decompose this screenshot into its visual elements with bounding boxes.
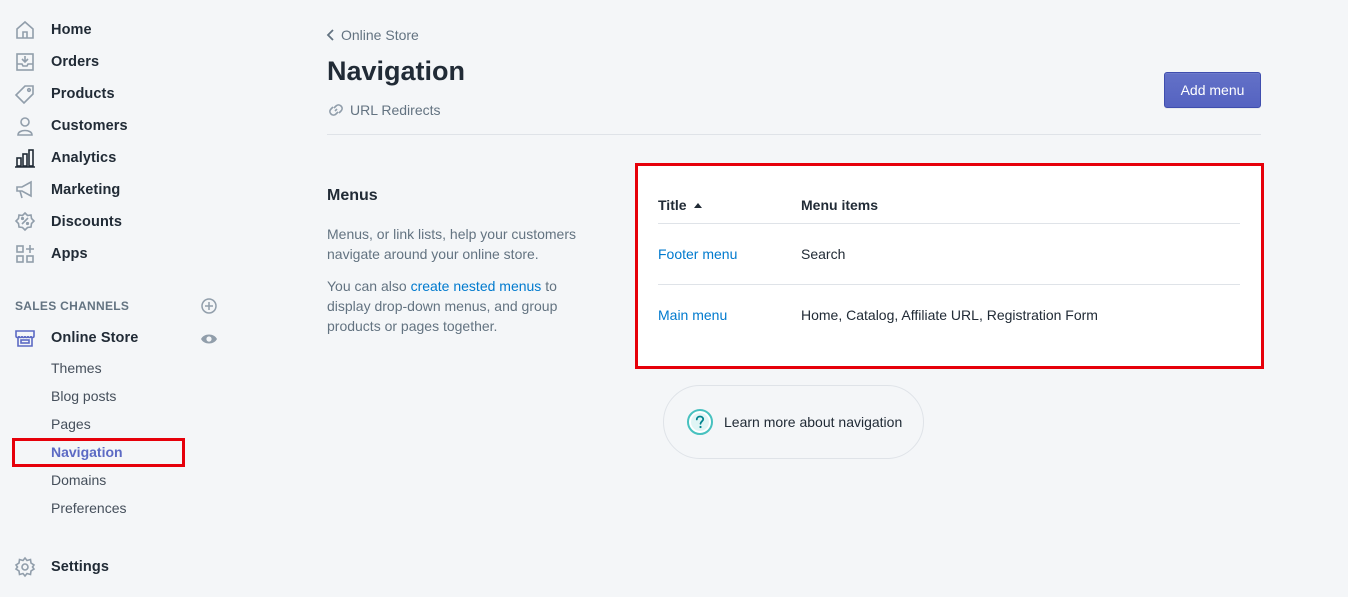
sidebar: Home Orders Products Customers Analytics…: [0, 0, 240, 597]
learn-more-prefix: Learn more about: [724, 414, 839, 430]
sidebar-item-analytics[interactable]: Analytics: [0, 142, 240, 174]
column-header-title-label: Title: [658, 197, 687, 213]
menus-heading: Menus: [327, 187, 378, 204]
learn-more-text: Learn more about navigation: [724, 414, 902, 430]
column-header-title[interactable]: Title: [658, 197, 703, 213]
menus-description-nested: You can also create nested menus to disp…: [327, 276, 587, 336]
highlight-box: [12, 438, 185, 467]
chevron-left-icon: [326, 29, 334, 41]
row-divider: [658, 284, 1240, 285]
apps-icon: [14, 243, 36, 265]
home-icon: [14, 19, 36, 41]
menus-desc-prefix: You can also: [327, 278, 411, 294]
breadcrumb-label: Online Store: [341, 27, 419, 43]
sidebar-sub-item-themes[interactable]: Themes: [51, 360, 102, 376]
eye-icon[interactable]: [200, 330, 218, 348]
sidebar-item-label: Online Store: [51, 330, 139, 346]
discount-icon: [14, 211, 36, 233]
sidebar-item-orders[interactable]: Orders: [0, 46, 240, 78]
sidebar-item-discounts[interactable]: Discounts: [0, 206, 240, 238]
sidebar-item-marketing[interactable]: Marketing: [0, 174, 240, 206]
orders-icon: [14, 51, 36, 73]
sidebar-item-products[interactable]: Products: [0, 78, 240, 110]
navigation-help-link[interactable]: navigation: [838, 414, 902, 430]
sidebar-item-home[interactable]: Home: [0, 14, 240, 46]
sidebar-item-label: Discounts: [51, 214, 122, 230]
store-icon: [14, 327, 36, 349]
sidebar-item-label: Orders: [51, 54, 100, 70]
sidebar-item-label: Products: [51, 86, 115, 102]
divider: [327, 134, 1261, 135]
sidebar-item-label: Settings: [51, 559, 109, 575]
bar-chart-icon: [14, 147, 36, 169]
url-redirects-link[interactable]: URL Redirects: [327, 101, 441, 119]
learn-more-callout: Learn more about navigation: [663, 385, 924, 459]
row-divider: [658, 223, 1240, 224]
menu-items-text: Home, Catalog, Affiliate URL, Registrati…: [801, 307, 1098, 323]
menu-items-text: Search: [801, 246, 846, 262]
person-icon: [14, 115, 36, 137]
sidebar-item-customers[interactable]: Customers: [0, 110, 240, 142]
add-circle-icon[interactable]: [200, 297, 218, 315]
breadcrumb[interactable]: Online Store: [325, 27, 419, 43]
sort-ascending-icon: [693, 203, 702, 208]
sidebar-item-label: Home: [51, 22, 92, 38]
sidebar-sub-item-blog-posts[interactable]: Blog posts: [51, 388, 116, 404]
sidebar-item-label: Analytics: [51, 150, 117, 166]
url-redirects-label: URL Redirects: [350, 102, 441, 118]
sidebar-item-label: Marketing: [51, 182, 121, 198]
sidebar-item-apps[interactable]: Apps: [0, 238, 240, 270]
create-nested-menus-link[interactable]: create nested menus: [411, 278, 542, 294]
tag-icon: [14, 83, 36, 105]
column-header-menu-items: Menu items: [801, 197, 879, 213]
megaphone-icon: [14, 179, 36, 201]
sidebar-sub-item-domains[interactable]: Domains: [51, 472, 106, 488]
sidebar-item-label: Apps: [51, 246, 88, 262]
gear-icon: [14, 556, 36, 578]
menus-card: [638, 166, 1261, 366]
menu-title-link[interactable]: Main menu: [658, 307, 727, 323]
question-circle-icon: [687, 409, 713, 435]
sales-channels-title: SALES CHANNELS: [15, 299, 130, 313]
sidebar-item-label: Customers: [51, 118, 128, 134]
menus-description: Menus, or link lists, help your customer…: [327, 226, 576, 262]
add-menu-button[interactable]: Add menu: [1164, 72, 1261, 108]
sidebar-sub-item-preferences[interactable]: Preferences: [51, 500, 126, 516]
sidebar-sub-item-pages[interactable]: Pages: [51, 416, 91, 432]
menu-title-link[interactable]: Footer menu: [658, 246, 737, 262]
sidebar-item-settings[interactable]: Settings: [0, 551, 240, 583]
page-title: Navigation: [327, 56, 466, 86]
link-icon: [329, 104, 343, 116]
